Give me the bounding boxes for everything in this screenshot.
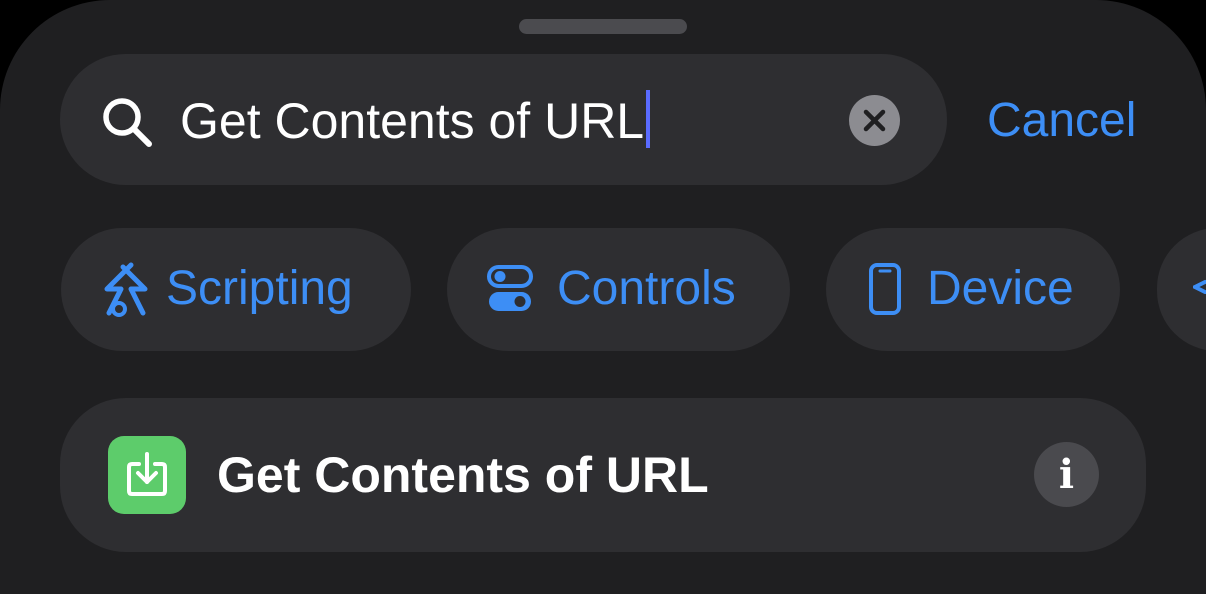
action-result-row[interactable]: Get Contents of URL i — [60, 398, 1146, 552]
category-chip-controls[interactable]: Controls — [447, 228, 790, 351]
sheet-grabber[interactable] — [519, 19, 687, 34]
search-input[interactable]: Get Contents of URL — [180, 88, 651, 154]
category-chip-device[interactable]: Device — [826, 228, 1120, 351]
phone-icon — [868, 262, 902, 321]
result-title: Get Contents of URL — [217, 447, 709, 503]
category-label-controls: Controls — [557, 262, 736, 315]
cancel-button[interactable]: Cancel — [987, 88, 1136, 154]
category-label-scripting: Scripting — [166, 262, 353, 315]
scripting-icon — [101, 261, 153, 324]
info-icon: i — [1058, 451, 1075, 498]
category-label-device: Device — [927, 262, 1074, 315]
clear-search-button[interactable] — [849, 95, 900, 146]
category-partial-icon — [1190, 278, 1206, 299]
clear-icon — [863, 109, 886, 132]
category-chip-scripting[interactable]: Scripting — [61, 228, 411, 351]
download-tray-icon — [108, 436, 186, 514]
search-query: Get Contents of URL — [180, 93, 645, 149]
info-button[interactable]: i — [1034, 442, 1099, 507]
action-search-sheet: Get Contents of URL Cancel Scripting Con… — [0, 0, 1206, 594]
text-caret — [646, 90, 651, 148]
search-icon — [100, 95, 154, 149]
controls-toggle-icon — [487, 264, 533, 319]
category-chip-partial[interactable] — [1157, 228, 1206, 351]
